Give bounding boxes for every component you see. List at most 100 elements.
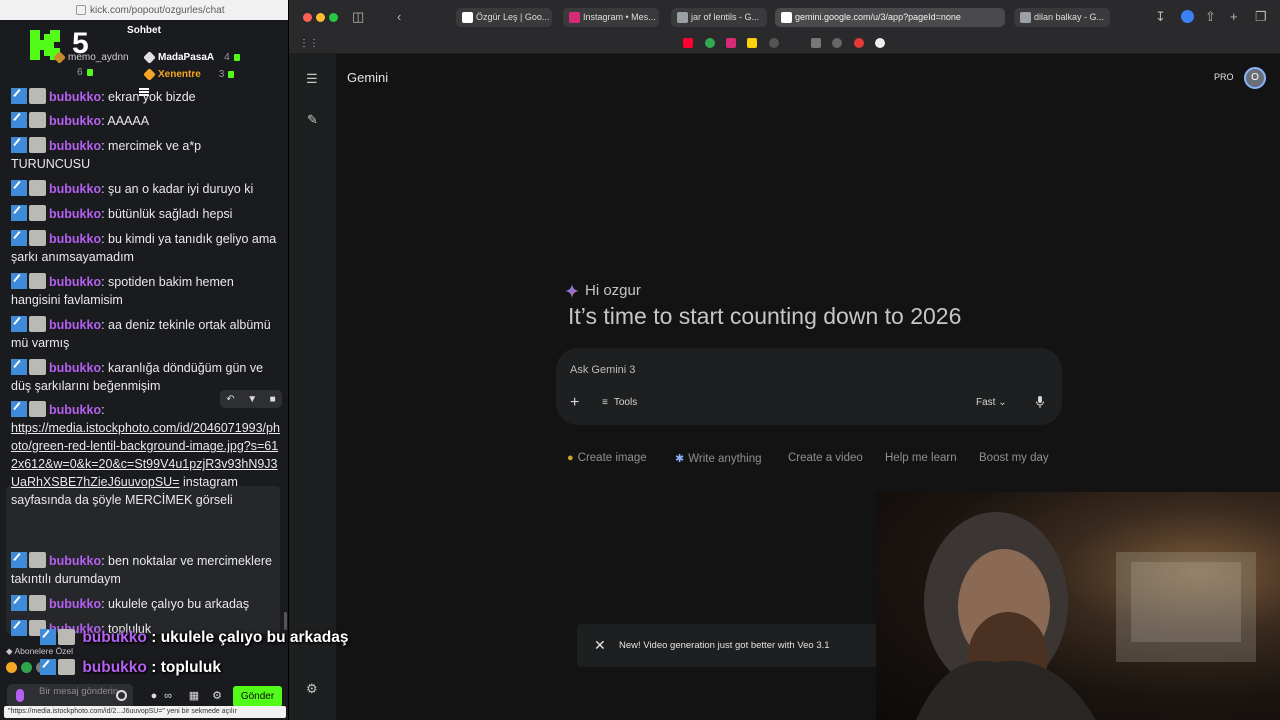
leaderboard-name: memo_aydnn: [68, 52, 129, 63]
pro-badge: PRO: [1214, 72, 1234, 82]
chat-message[interactable]: bubukko: spotiden bakim hemen hangisini …: [11, 273, 281, 309]
settings-gear-icon[interactable]: ⚙: [306, 681, 318, 697]
gemini-title[interactable]: Gemini: [347, 70, 388, 85]
gift-icon[interactable]: ●: [148, 690, 160, 702]
send-button[interactable]: Gönder: [233, 686, 282, 707]
leaderboard-count: 3: [218, 69, 225, 80]
chat-message[interactable]: bubukko: AAAAA: [11, 112, 281, 130]
tools-button[interactable]: ≡ Tools: [602, 397, 637, 408]
gear-icon[interactable]: ⚙: [211, 690, 223, 702]
chat-message[interactable]: bubukko: bu kimdi ya tanıdık geliyo ama …: [11, 230, 281, 266]
chat-username[interactable]: bubukko: [49, 597, 101, 611]
chip-create-video[interactable]: Create a video: [788, 452, 863, 464]
model-mode-dropdown[interactable]: Fast ⌄: [976, 397, 1007, 408]
moderator-badge-icon: [11, 88, 27, 104]
menu-icon[interactable]: ☰: [306, 71, 318, 87]
youtube-icon[interactable]: [683, 38, 693, 48]
chat-message[interactable]: bubukko: ekran yok bizde: [11, 88, 281, 106]
leaderboard-entry[interactable]: MadaPasaA 4: [143, 51, 240, 64]
chat-username[interactable]: bubukko: [49, 403, 101, 417]
avatar[interactable]: O: [1244, 67, 1266, 89]
tab-label: dilan balkay - G...: [1034, 12, 1105, 22]
delete-icon[interactable]: ■: [270, 394, 276, 405]
chat-username[interactable]: bubukko: [49, 232, 101, 246]
new-tab-icon[interactable]: +: [1230, 9, 1238, 25]
overlay-username: bubukko: [82, 659, 147, 676]
leaf-icon[interactable]: [705, 38, 715, 48]
pin-icon[interactable]: ▼: [247, 394, 257, 405]
reddit-icon[interactable]: [854, 38, 864, 48]
new-chat-icon[interactable]: ✎: [307, 112, 318, 128]
chat-message[interactable]: bubukko: şu an o kadar iyi duruyo ki: [11, 180, 281, 198]
chat-username[interactable]: bubukko: [49, 318, 101, 332]
emote-icon[interactable]: [6, 662, 17, 673]
leaderboard-entry[interactable]: memo_aydnn: [53, 51, 129, 64]
sidebar-toggle-icon[interactable]: ◫: [352, 9, 364, 25]
chat-username[interactable]: bubukko: [49, 114, 101, 128]
chat-username[interactable]: bubukko: [49, 90, 101, 104]
infinity-icon[interactable]: ∞: [162, 690, 174, 702]
chat-url-bar[interactable]: kick.com/popout/ozgurles/chat: [0, 0, 288, 20]
chip-create-image[interactable]: ● Create image: [567, 452, 647, 464]
chat-message[interactable]: bubukko: ben noktalar ve mercimeklere ta…: [11, 552, 281, 588]
leaderboard-entry[interactable]: Xenentre 3: [143, 68, 235, 81]
chat-message[interactable]: bubukko: https://media.istockphoto.com/i…: [11, 401, 281, 509]
rank-badge-icon: [53, 51, 66, 64]
chat-username[interactable]: bubukko: [49, 361, 101, 375]
bookmark-icon[interactable]: [811, 38, 821, 48]
separator: :: [101, 403, 105, 417]
instagram-icon[interactable]: [726, 38, 736, 48]
bookmark-icon[interactable]: [875, 38, 885, 48]
chat-link[interactable]: https://media.istockphoto.com/id/2046071…: [11, 421, 280, 489]
tab-ozgur-les[interactable]: Özgür Leş | Goo...: [456, 8, 552, 27]
chat-message-list[interactable]: bubukko: ekran yok bizde bubukko: AAAAA bu…: [0, 88, 288, 648]
globe-icon[interactable]: [769, 38, 779, 48]
separator: :: [101, 597, 109, 611]
leaderboard-count-row: 6: [77, 67, 93, 78]
chat-message-input[interactable]: Bir mesaj gönderin: [7, 684, 133, 708]
chip-help-me-learn[interactable]: Help me learn: [885, 452, 957, 464]
add-file-icon[interactable]: +: [570, 395, 579, 411]
tab-gemini[interactable]: gemini.google.com/u/3/app?pageId=none: [775, 8, 1005, 27]
close-icon[interactable]: ✕: [594, 638, 606, 652]
mic-icon[interactable]: [16, 689, 24, 702]
grid-icon[interactable]: ⋮⋮: [299, 36, 319, 52]
minimize-window-icon[interactable]: [316, 13, 325, 22]
gem-icon: [228, 71, 235, 78]
chat-username[interactable]: bubukko: [49, 554, 101, 568]
back-icon[interactable]: ‹: [397, 9, 401, 25]
bookmark-icon[interactable]: [747, 38, 757, 48]
chip-boost-my-day[interactable]: Boost my day: [979, 452, 1049, 464]
microphone-icon[interactable]: [1036, 396, 1044, 408]
chip-write-anything[interactable]: ✱ Write anything: [675, 452, 762, 466]
chat-message[interactable]: bubukko: ukulele çalıyo bu arkadaş: [11, 595, 281, 613]
instagram-icon: [569, 12, 580, 23]
emote-icon[interactable]: [21, 662, 32, 673]
download-icon[interactable]: ↧: [1155, 9, 1166, 25]
tab-overview-icon[interactable]: ❐: [1255, 9, 1267, 25]
reply-icon[interactable]: ↶: [226, 394, 234, 405]
prompt-input[interactable]: [570, 362, 870, 378]
close-window-icon[interactable]: [303, 13, 312, 22]
chat-username[interactable]: bubukko: [49, 139, 101, 153]
chat-username[interactable]: bubukko: [49, 275, 101, 289]
tab-dilan-balkay[interactable]: dilan balkay - G...: [1014, 8, 1110, 27]
extension-icon[interactable]: [1181, 10, 1194, 23]
chat-message[interactable]: bubukko: bütünlük sağladı hepsi: [11, 205, 281, 223]
subscriber-badge-icon: [29, 205, 46, 221]
globe-icon[interactable]: [832, 38, 842, 48]
chat-message[interactable]: bubukko: mercimek ve a*p TURUNCUSU: [11, 137, 281, 173]
share-icon[interactable]: ⇧: [1205, 9, 1216, 25]
subscriber-badge-icon: [29, 112, 46, 128]
chat-username[interactable]: bubukko: [49, 182, 101, 196]
tab-jar-of-lentils[interactable]: jar of lentils - G...: [671, 8, 767, 27]
calendar-icon[interactable]: ▦: [188, 690, 200, 702]
subscriber-only-label: ◆ Abonelere Özel: [6, 646, 73, 657]
chat-username[interactable]: bubukko: [49, 207, 101, 221]
moderator-badge-icon: [11, 273, 27, 289]
chat-scrollbar[interactable]: [284, 612, 287, 630]
emoji-icon[interactable]: [116, 690, 127, 701]
zoom-window-icon[interactable]: [329, 13, 338, 22]
chat-message[interactable]: bubukko: aa deniz tekinle ortak albümü m…: [11, 316, 281, 352]
tab-instagram[interactable]: Instagram • Mes...: [563, 8, 659, 27]
